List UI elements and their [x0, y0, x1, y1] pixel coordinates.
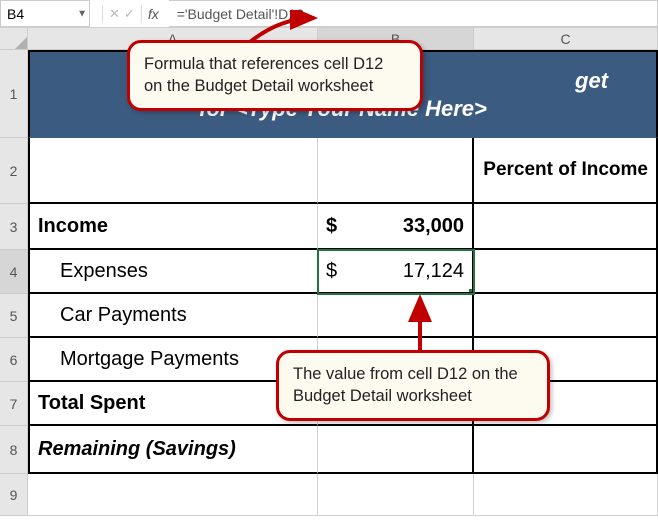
- cell-A2[interactable]: [28, 138, 318, 204]
- cancel-icon[interactable]: ✕: [109, 6, 120, 22]
- col-header-C[interactable]: C: [474, 28, 658, 49]
- cell-B8[interactable]: [318, 426, 474, 474]
- cell-B9[interactable]: [318, 474, 474, 516]
- row-header-1[interactable]: 1: [0, 50, 28, 138]
- cell-A6[interactable]: Mortgage Payments: [28, 338, 318, 382]
- formula-input[interactable]: ='Budget Detail'!D12: [169, 0, 658, 27]
- accept-icon[interactable]: ✓: [124, 6, 135, 22]
- formula-text: ='Budget Detail'!D12: [177, 6, 304, 22]
- row-header-6[interactable]: 6: [0, 338, 28, 382]
- name-box[interactable]: B4 ▼: [0, 0, 90, 27]
- row-header-4[interactable]: 4: [0, 250, 28, 294]
- formula-bar: B4 ▼ ✕ ✓ fx ='Budget Detail'!D12: [0, 0, 658, 28]
- callout-text: Formula that references cell D12 on the …: [144, 55, 383, 95]
- cell-A3[interactable]: Income: [28, 204, 318, 250]
- row-header-9[interactable]: 9: [0, 474, 28, 516]
- cell-C2[interactable]: Percent of Income: [474, 138, 658, 204]
- cell-A7[interactable]: Total Spent: [28, 382, 318, 426]
- cell-B5[interactable]: [318, 294, 474, 338]
- cell-C3[interactable]: [474, 204, 658, 250]
- cell-A5[interactable]: Car Payments: [28, 294, 318, 338]
- cell-A8[interactable]: Remaining (Savings): [28, 426, 318, 474]
- row-header-5[interactable]: 5: [0, 294, 28, 338]
- row-header-8[interactable]: 8: [0, 426, 28, 474]
- separator: [141, 5, 142, 23]
- cell-B4[interactable]: $17,124: [318, 250, 474, 294]
- separator: [102, 5, 103, 23]
- chevron-down-icon[interactable]: ▼: [77, 8, 87, 19]
- callout-text: The value from cell D12 on the Budget De…: [293, 365, 518, 405]
- row-header-2[interactable]: 2: [0, 138, 28, 204]
- cell-C4[interactable]: [474, 250, 658, 294]
- cell-B3[interactable]: $33,000: [318, 204, 474, 250]
- spreadsheet-grid[interactable]: getfor <Type Your Name Here>Percent of I…: [28, 50, 658, 516]
- cell-B2[interactable]: [318, 138, 474, 204]
- cell-C9[interactable]: [474, 474, 658, 516]
- cell-A4[interactable]: Expenses: [28, 250, 318, 294]
- callout-formula-ref: Formula that references cell D12 on the …: [127, 40, 423, 111]
- cell-A9[interactable]: [28, 474, 318, 516]
- name-box-value: B4: [7, 6, 24, 22]
- cell-C5[interactable]: [474, 294, 658, 338]
- formula-controls: ✕ ✓ fx: [90, 0, 169, 27]
- fx-icon[interactable]: fx: [148, 6, 159, 22]
- row-header-3[interactable]: 3: [0, 204, 28, 250]
- cell-C8[interactable]: [474, 426, 658, 474]
- row-header-7[interactable]: 7: [0, 382, 28, 426]
- callout-cell-value: The value from cell D12 on the Budget De…: [276, 350, 550, 421]
- row-headers: 123456789: [0, 50, 28, 516]
- select-all-corner[interactable]: [0, 28, 28, 50]
